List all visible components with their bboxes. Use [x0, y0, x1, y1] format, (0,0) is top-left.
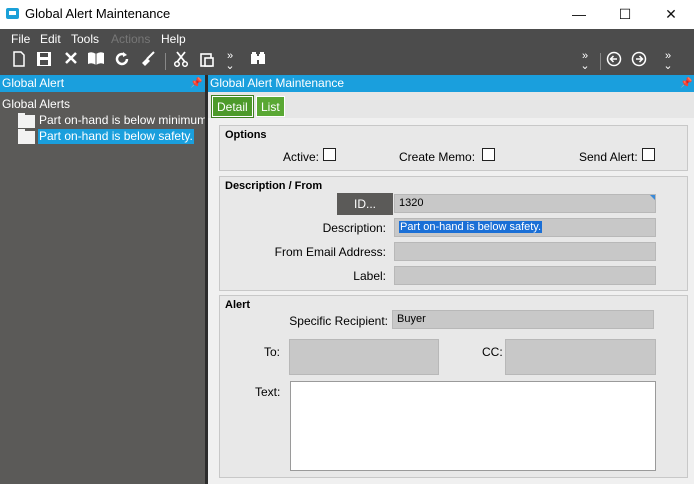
specific-recipient-label: Specific Recipient:	[289, 314, 388, 328]
next-icon[interactable]	[629, 51, 649, 71]
menu-actions[interactable]: Actions	[111, 32, 150, 46]
tree-item-label: Part on-hand is below safety.	[38, 129, 194, 144]
paste-icon[interactable]	[197, 51, 217, 71]
section-title: Alert	[225, 299, 251, 311]
section-title: Description / From	[225, 180, 323, 192]
tree-root[interactable]: Global Alerts	[2, 97, 70, 111]
save-icon[interactable]	[34, 51, 54, 71]
pin-icon[interactable]: 📌	[190, 75, 202, 92]
from-email-field[interactable]	[394, 242, 656, 261]
tab-detail[interactable]: Detail	[211, 95, 254, 118]
specific-recipient-field[interactable]: Buyer	[392, 310, 654, 329]
options-section: Options Active: Create Memo: Send Alert:	[219, 125, 688, 171]
global-alert-panel: Global Alert 📌 Global Alerts Part on-han…	[0, 75, 210, 484]
folder-icon	[18, 113, 35, 128]
cc-field[interactable]	[505, 339, 656, 375]
menu-tools[interactable]: Tools	[71, 32, 99, 46]
panel-title: Global Alert	[2, 76, 65, 90]
id-field[interactable]: 1320	[394, 194, 656, 213]
delete-icon[interactable]	[61, 51, 81, 71]
section-title: Options	[225, 129, 267, 141]
pin-icon[interactable]: 📌	[680, 75, 692, 92]
menu-bar: File Edit Tools Actions Help	[0, 29, 694, 48]
send-alert-label: Send Alert:	[579, 150, 638, 164]
send-alert-checkbox[interactable]	[642, 148, 655, 161]
previous-icon[interactable]	[604, 51, 624, 71]
clear-icon[interactable]	[138, 51, 158, 71]
title-bar: Global Alert Maintenance — ☐ ✕	[0, 0, 694, 28]
menu-help[interactable]: Help	[161, 32, 186, 46]
menu-edit[interactable]: Edit	[40, 32, 61, 46]
description-value: Part on-hand is below safety.	[399, 221, 543, 233]
more-icon[interactable]: » ⌄	[658, 51, 678, 72]
panel-title: Global Alert Maintenance	[210, 76, 345, 90]
create-memo-checkbox[interactable]	[482, 148, 495, 161]
description-label: Description:	[322, 221, 386, 235]
from-email-label: From Email Address:	[274, 245, 386, 259]
new-icon[interactable]	[9, 51, 29, 71]
toolbar-separator	[600, 53, 601, 70]
alert-section: Alert Specific Recipient: Buyer To: CC: …	[219, 295, 688, 478]
panel-header: Global Alert 📌	[0, 75, 205, 92]
app-icon	[6, 8, 19, 19]
toolbar: » ⌄ » ⌄ » ⌄	[0, 48, 694, 75]
panel-header: Global Alert Maintenance 📌	[208, 75, 694, 92]
active-checkbox[interactable]	[323, 148, 336, 161]
active-label: Active:	[283, 150, 320, 164]
binoculars-icon[interactable]	[248, 51, 268, 71]
minimize-button[interactable]: —	[556, 0, 602, 28]
to-field[interactable]	[289, 339, 439, 375]
cut-icon[interactable]	[171, 51, 191, 71]
toolbar-separator	[165, 53, 166, 70]
tree-item-label: Part on-hand is below minimum.	[39, 113, 211, 127]
folder-icon	[18, 129, 35, 144]
menu-file[interactable]: File	[11, 32, 30, 46]
description-field[interactable]: Part on-hand is below safety.	[394, 218, 656, 237]
window-title: Global Alert Maintenance	[25, 6, 171, 21]
corner-indicator	[650, 195, 655, 200]
description-from-section: Description / From ID... 1320 Descriptio…	[219, 176, 688, 291]
text-area[interactable]	[290, 381, 656, 471]
global-alert-maintenance-panel: Global Alert Maintenance 📌 Detail List O…	[208, 75, 694, 484]
close-button[interactable]: ✕	[648, 0, 694, 28]
label-label: Label:	[353, 269, 386, 283]
refresh-icon[interactable]	[112, 51, 132, 71]
maximize-button[interactable]: ☐	[602, 0, 648, 28]
text-label: Text:	[255, 385, 281, 399]
tab-list[interactable]: List	[256, 96, 285, 117]
open-book-icon[interactable]	[86, 51, 106, 71]
more-icon[interactable]: » ⌄	[220, 51, 240, 72]
tab-bar: Detail List	[208, 92, 694, 118]
cc-label: CC:	[482, 345, 503, 359]
id-button[interactable]: ID...	[337, 193, 393, 215]
label-field[interactable]	[394, 266, 656, 285]
to-label: To:	[264, 345, 281, 359]
id-value: 1320	[399, 197, 424, 209]
create-memo-label: Create Memo:	[399, 150, 476, 164]
more-icon[interactable]: » ⌄	[575, 51, 595, 72]
